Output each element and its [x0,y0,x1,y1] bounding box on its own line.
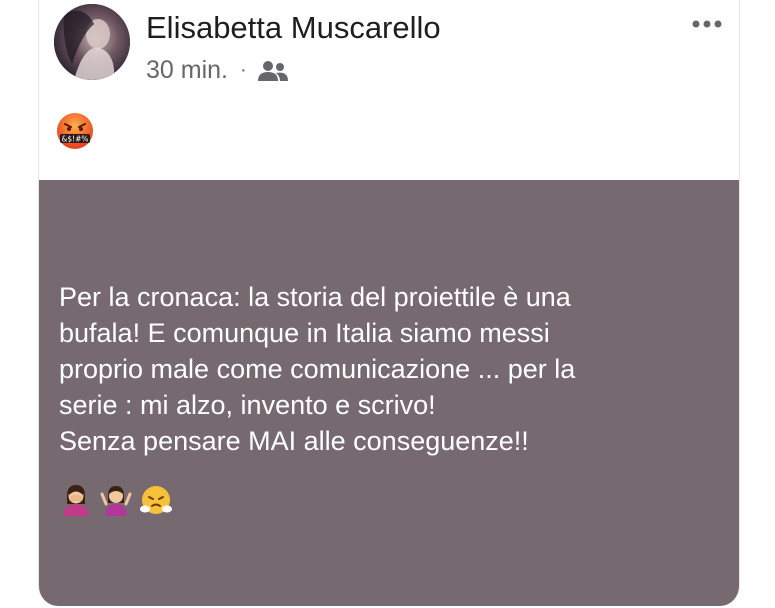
face-with-steam-icon [140,486,172,514]
more-options-icon[interactable] [689,14,725,34]
woman-facepalming-icon [63,485,89,516]
post-header: Elisabetta Muscarello 30 min. · &$!#% [39,0,739,180]
post-line: bufala! E comunque in Italia siamo messi [59,318,550,348]
angry-face-with-symbols-icon: &$!#% [56,112,94,150]
post-line: Per la cronaca: la storia del proiettile… [59,282,571,312]
meta-separator: · [239,59,247,81]
post-line: serie : mi alzo, invento e scrivo! [59,390,436,420]
post-meta: 30 min. · [146,56,289,85]
status-background: Per la cronaca: la storia del proiettile… [39,180,739,606]
author-name[interactable]: Elisabetta Muscarello [146,10,441,46]
avatar-photo [54,4,130,80]
post-timestamp[interactable]: 30 min. [146,56,228,85]
post-card: Elisabetta Muscarello 30 min. · &$!#% Pe… [38,0,740,606]
post-line: Senza pensare MAI alle conseguenze!! [59,426,529,456]
post-line: proprio male come comunicazione ... per … [59,354,576,384]
post-body: Per la cronaca: la storia del proiettile… [59,279,729,459]
friends-icon[interactable] [257,59,289,83]
author-avatar[interactable] [54,4,130,80]
trailing-emojis [59,482,173,516]
woman-shrugging-icon [100,486,132,516]
svg-text:&$!#%: &$!#% [61,135,88,144]
